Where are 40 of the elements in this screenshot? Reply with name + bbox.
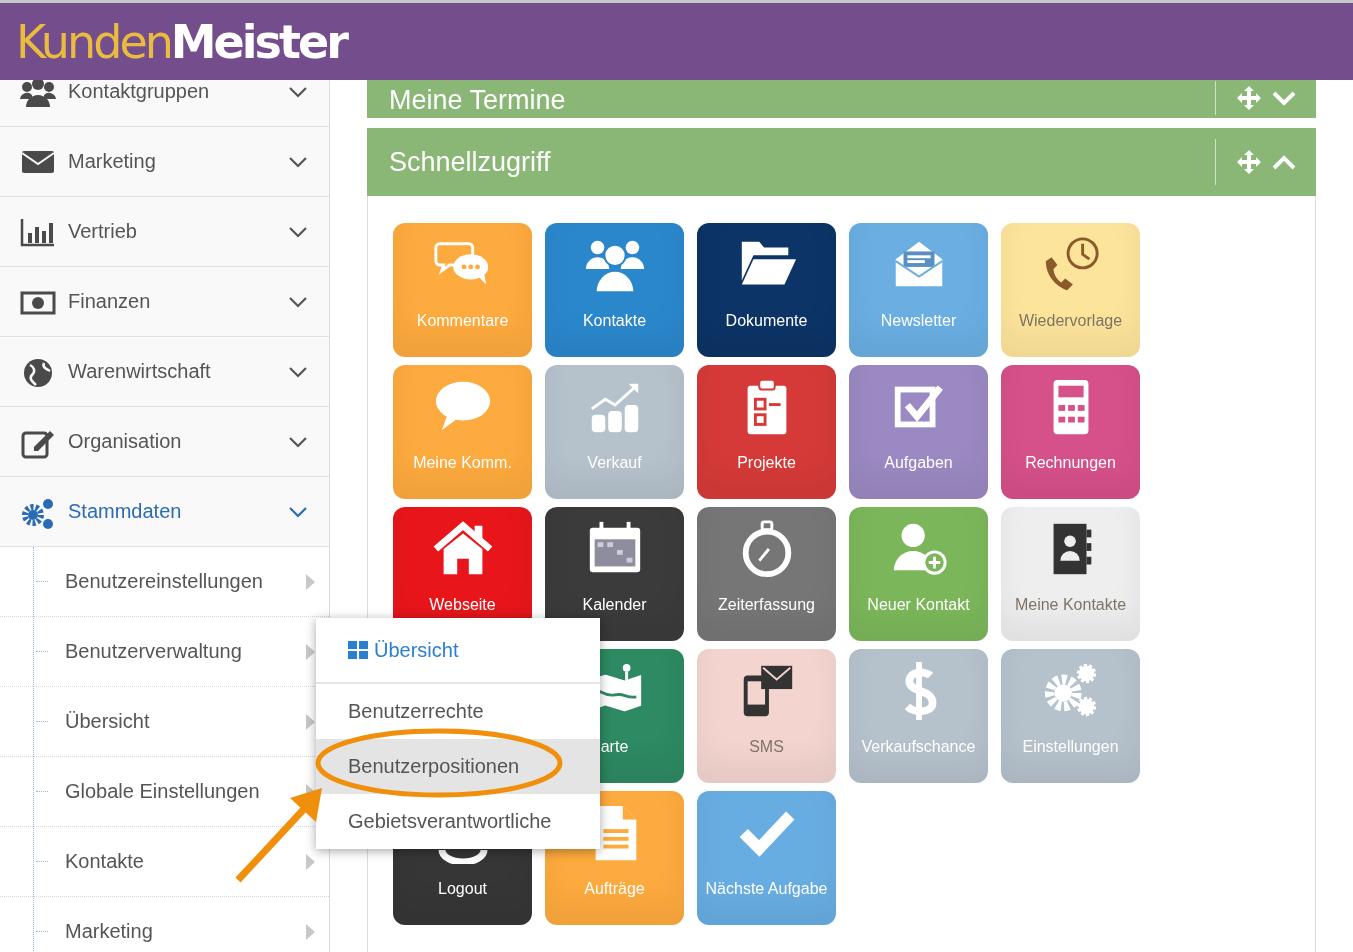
- shortcut-tile[interactable]: Neuer Kontakt: [849, 507, 988, 641]
- chevron-down-icon: [289, 155, 307, 168]
- chevron-down-icon[interactable]: [1272, 90, 1296, 106]
- submenu-item[interactable]: Benutzereinstellungen: [0, 547, 329, 617]
- shortcut-tile[interactable]: Aufgaben: [849, 365, 988, 499]
- chevron-up-icon[interactable]: [1272, 154, 1296, 170]
- chevron-down-icon: [289, 435, 307, 448]
- submenu-item[interactable]: Marketing: [0, 897, 329, 952]
- sidebar-item[interactable]: Vertrieb: [0, 197, 329, 267]
- shortcut-tile[interactable]: SMS: [697, 649, 836, 783]
- chevron-down-icon: [289, 225, 307, 238]
- caret-right-icon: [306, 573, 315, 590]
- shortcut-tile[interactable]: Projekte: [697, 365, 836, 499]
- shortcut-tile[interactable]: Zeiterfassung: [697, 507, 836, 641]
- move-icon[interactable]: [1236, 149, 1262, 175]
- chevron-down-icon: [289, 295, 307, 308]
- shortcut-tile[interactable]: Newsletter: [849, 223, 988, 357]
- sidebar-item[interactable]: Kontaktgruppen: [0, 80, 329, 127]
- menu-item[interactable]: Übersicht: [316, 618, 600, 684]
- shortcut-tile[interactable]: Kalender: [545, 507, 684, 641]
- move-icon[interactable]: [1236, 85, 1262, 111]
- chevron-down-icon: [289, 365, 307, 378]
- chevron-down-icon: [289, 85, 307, 98]
- users-icon: [20, 80, 56, 109]
- caret-right-icon: [306, 923, 315, 940]
- logo[interactable]: KundenMeister: [16, 14, 346, 69]
- sidebar-item[interactable]: Organisation: [0, 407, 329, 477]
- shortcut-tile[interactable]: Meine Kontakte: [1001, 507, 1140, 641]
- shortcut-tile[interactable]: Rechnungen: [1001, 365, 1140, 499]
- shortcut-tile[interactable]: Kontakte: [545, 223, 684, 357]
- sidebar-item[interactable]: Stammdaten: [0, 477, 329, 547]
- chevron-down-icon: [289, 505, 307, 518]
- sidebar-item[interactable]: Finanzen: [0, 267, 329, 337]
- shortcut-tile[interactable]: Dokumente: [697, 223, 836, 357]
- sidebar-item[interactable]: Marketing: [0, 127, 329, 197]
- shortcut-tile[interactable]: Wiedervorlage: [1001, 223, 1140, 357]
- shortcut-tile[interactable]: Nächste Aufgabe: [697, 791, 836, 925]
- sidebar-item[interactable]: Warenwirtschaft: [0, 337, 329, 407]
- caret-right-icon: [306, 853, 315, 870]
- grid-icon: [348, 641, 368, 659]
